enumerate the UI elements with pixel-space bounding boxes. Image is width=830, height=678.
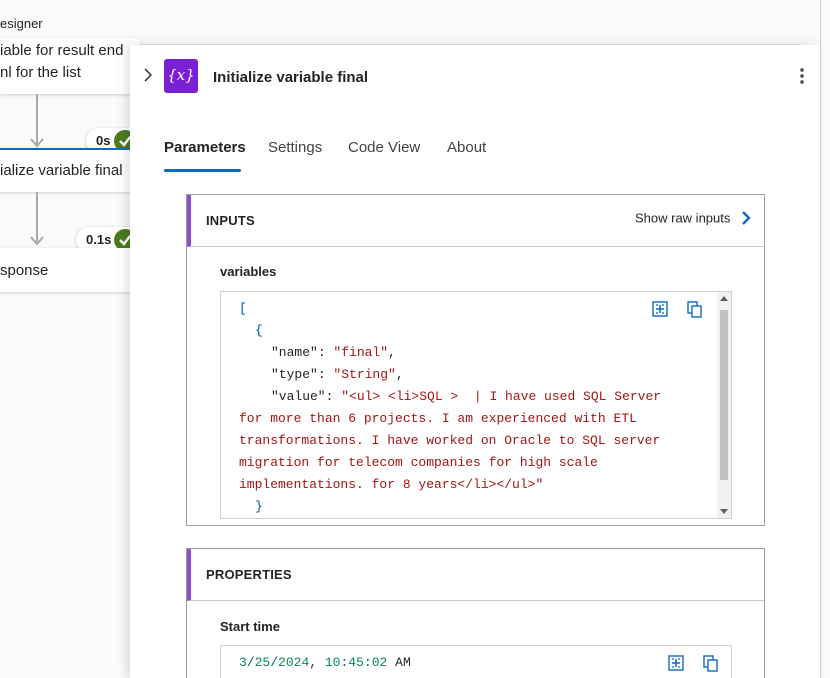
arrow-down-icon bbox=[30, 236, 44, 246]
date-year: 2024 bbox=[278, 655, 310, 670]
step-connector bbox=[36, 94, 38, 144]
time-minute: 45 bbox=[348, 655, 364, 670]
duration-text: 0s bbox=[96, 133, 111, 148]
copy-icon[interactable] bbox=[702, 654, 720, 672]
json-string: "String" bbox=[333, 367, 396, 382]
time-ampm: AM bbox=[395, 655, 411, 670]
window-edge bbox=[820, 0, 821, 678]
variable-action-icon: {x} bbox=[164, 59, 198, 93]
variables-code-box[interactable]: [ { "name": "final", "type": "String", "… bbox=[220, 291, 732, 519]
show-raw-inputs-link[interactable]: Show raw inputs bbox=[635, 209, 752, 227]
scroll-thumb[interactable] bbox=[720, 310, 728, 480]
panel-title: Initialize variable final bbox=[213, 69, 369, 86]
code-text: } bbox=[255, 499, 263, 514]
expand-icon[interactable] bbox=[651, 300, 669, 318]
chevron-right-icon bbox=[742, 211, 751, 225]
duration-text: 0.1s bbox=[86, 232, 112, 247]
step-title-line2: nl for the list bbox=[0, 64, 81, 81]
json-string: migration for telecom companies for high… bbox=[239, 455, 598, 470]
time-second: 02 bbox=[371, 655, 388, 670]
more-vertical-icon[interactable] bbox=[794, 65, 810, 87]
scroll-down-icon[interactable] bbox=[720, 509, 728, 514]
time-hour: 10 bbox=[324, 655, 341, 670]
chevron-right-icon[interactable] bbox=[140, 65, 156, 85]
expand-icon[interactable] bbox=[667, 654, 685, 672]
json-key: "type" bbox=[271, 367, 318, 382]
workflow-step-card[interactable]: sponse bbox=[0, 248, 140, 292]
step-title: sponse bbox=[0, 262, 49, 279]
raw-link-label: Show raw inputs bbox=[634, 210, 731, 226]
start-time-code-box[interactable]: 3/25/2024, 10:45:02 AM bbox=[220, 645, 732, 678]
inputs-section-header: INPUTS Show raw inputs bbox=[187, 195, 764, 247]
step-title: ialize variable final bbox=[0, 162, 123, 179]
start-time-value: 3/25/2024, 10:45:02 AM bbox=[239, 655, 411, 670]
section-title: PROPERTIES bbox=[206, 567, 292, 582]
inputs-section: INPUTS Show raw inputs variables [ { "na… bbox=[186, 194, 765, 526]
action-details-panel: {x} Initialize variable final Parameters… bbox=[130, 45, 820, 678]
step-title-line1: iable for result end bbox=[0, 42, 124, 59]
field-label: Start time bbox=[220, 619, 280, 634]
tab-parameters[interactable]: Parameters bbox=[164, 139, 246, 173]
active-tab-indicator bbox=[164, 169, 241, 172]
code-line: "value": "<ul> <li>SQL > | I have used S… bbox=[271, 389, 662, 404]
arrow-down-icon bbox=[30, 138, 44, 148]
json-string: transformations. I have worked on Oracle… bbox=[239, 433, 661, 448]
workflow-step-card[interactable]: iable for result end nl for the list bbox=[0, 38, 140, 94]
scroll-up-icon[interactable] bbox=[720, 296, 728, 301]
section-title: INPUTS bbox=[206, 213, 255, 228]
date-day: 25 bbox=[254, 655, 271, 670]
tab-code-view[interactable]: Code View bbox=[348, 139, 420, 173]
copy-icon[interactable] bbox=[686, 300, 704, 318]
code-line: "name": "final", bbox=[271, 345, 396, 360]
code-text: { bbox=[255, 323, 263, 338]
json-string: implementations. for 8 years</li></ul>" bbox=[239, 477, 544, 492]
tab-settings[interactable]: Settings bbox=[268, 139, 322, 173]
code-scrollbar[interactable] bbox=[717, 292, 731, 518]
date-month: 3 bbox=[239, 655, 247, 670]
field-label: variables bbox=[220, 264, 277, 279]
code-line: "type": "String", bbox=[271, 367, 404, 382]
json-string: "<ul> <li>SQL > | I have used SQL Server bbox=[341, 389, 662, 404]
designer-title: esigner bbox=[0, 16, 43, 31]
properties-section-header: PROPERTIES bbox=[187, 549, 764, 601]
workflow-step-card-selected[interactable]: ialize variable final bbox=[0, 148, 140, 192]
json-key: "value" bbox=[271, 389, 326, 404]
tab-about[interactable]: About bbox=[447, 139, 486, 173]
json-string: "final" bbox=[333, 345, 389, 360]
code-text: [ bbox=[239, 301, 247, 316]
json-string: for more than 6 projects. I am experienc… bbox=[239, 411, 637, 426]
properties-section: PROPERTIES Start time 3/25/2024, 10:45:0… bbox=[186, 548, 765, 678]
step-connector bbox=[36, 192, 38, 242]
json-key: "name" bbox=[271, 345, 318, 360]
